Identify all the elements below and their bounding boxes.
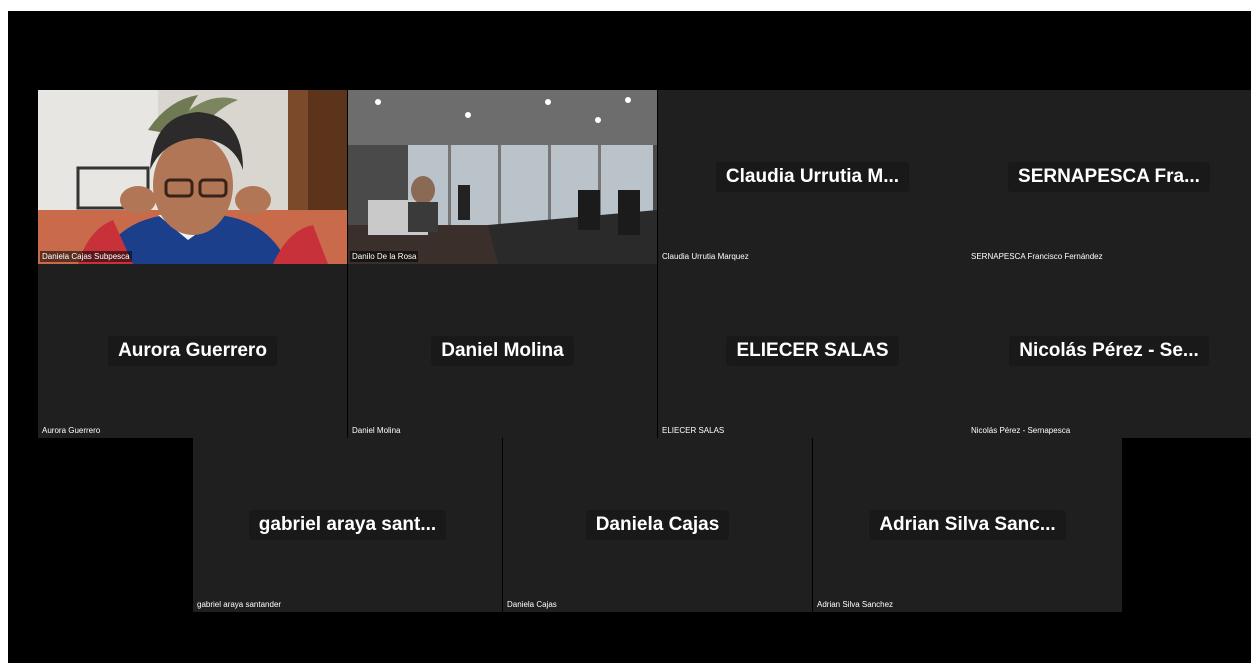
participant-name-label: Daniel Molina — [352, 426, 401, 435]
participant-name-label: Daniela Cajas Subpesca — [40, 251, 132, 262]
participant-name-label: Danilo De la Rosa — [350, 251, 419, 262]
participant-video-danilo — [348, 90, 657, 264]
participant-name-label: ELIECER SALAS — [662, 426, 725, 435]
participant-display-name: SERNAPESCA Fra... — [967, 162, 1251, 192]
participant-display-name: Aurora Guerrero — [38, 336, 347, 366]
meeting-gallery-view: Daniela Cajas Subpesca Danilo De la Rosa… — [8, 11, 1251, 663]
participant-name-label: Daniela Cajas — [507, 600, 557, 609]
participant-display-name: Daniela Cajas — [503, 510, 812, 540]
participant-name-label: Claudia Urrutia Marquez — [662, 252, 749, 261]
participant-display-name: Nicolás Pérez - Se... — [967, 336, 1251, 366]
participant-display-name: Adrian Silva Sanc... — [813, 510, 1122, 540]
participant-name-label: Aurora Guerrero — [42, 426, 101, 435]
participant-tile-nicolas-perez[interactable]: Nicolás Pérez - Se... Nicolás Pérez - Se… — [967, 264, 1251, 438]
participant-tile-sernapesca-francisco[interactable]: SERNAPESCA Fra... SERNAPESCA Francisco F… — [967, 90, 1251, 264]
participant-name-label: Nicolás Pérez - Sernapesca — [971, 426, 1071, 435]
participant-name-label: Adrian Silva Sanchez — [817, 600, 894, 609]
participant-tile-gabriel-araya[interactable]: gabriel araya sant... gabriel araya sant… — [193, 438, 502, 612]
participant-tile-daniela-cajas[interactable]: Daniela Cajas Daniela Cajas — [503, 438, 812, 612]
participant-name-label: SERNAPESCA Francisco Fernández — [971, 252, 1103, 261]
participant-tile-adrian-silva[interactable]: Adrian Silva Sanc... Adrian Silva Sanche… — [813, 438, 1122, 612]
participant-tile-daniel-molina[interactable]: Daniel Molina Daniel Molina — [348, 264, 657, 438]
participant-name-label: gabriel araya santander — [197, 600, 282, 609]
participant-tile-danilo-de-la-rosa[interactable]: Danilo De la Rosa — [348, 90, 657, 264]
participant-tile-eliecer-salas[interactable]: ELIECER SALAS ELIECER SALAS — [658, 264, 967, 438]
participant-display-name: ELIECER SALAS — [658, 336, 967, 366]
participant-video-daniela — [38, 90, 347, 264]
participant-display-name: gabriel araya sant... — [193, 510, 502, 540]
participant-tile-daniela-cajas-subpesca[interactable]: Daniela Cajas Subpesca — [38, 90, 347, 264]
participant-display-name: Claudia Urrutia M... — [658, 162, 967, 192]
participant-tile-aurora-guerrero[interactable]: Aurora Guerrero Aurora Guerrero — [38, 264, 347, 438]
participant-tile-claudia-urrutia[interactable]: Claudia Urrutia M... Claudia Urrutia Mar… — [658, 90, 967, 264]
participant-display-name: Daniel Molina — [348, 336, 657, 366]
